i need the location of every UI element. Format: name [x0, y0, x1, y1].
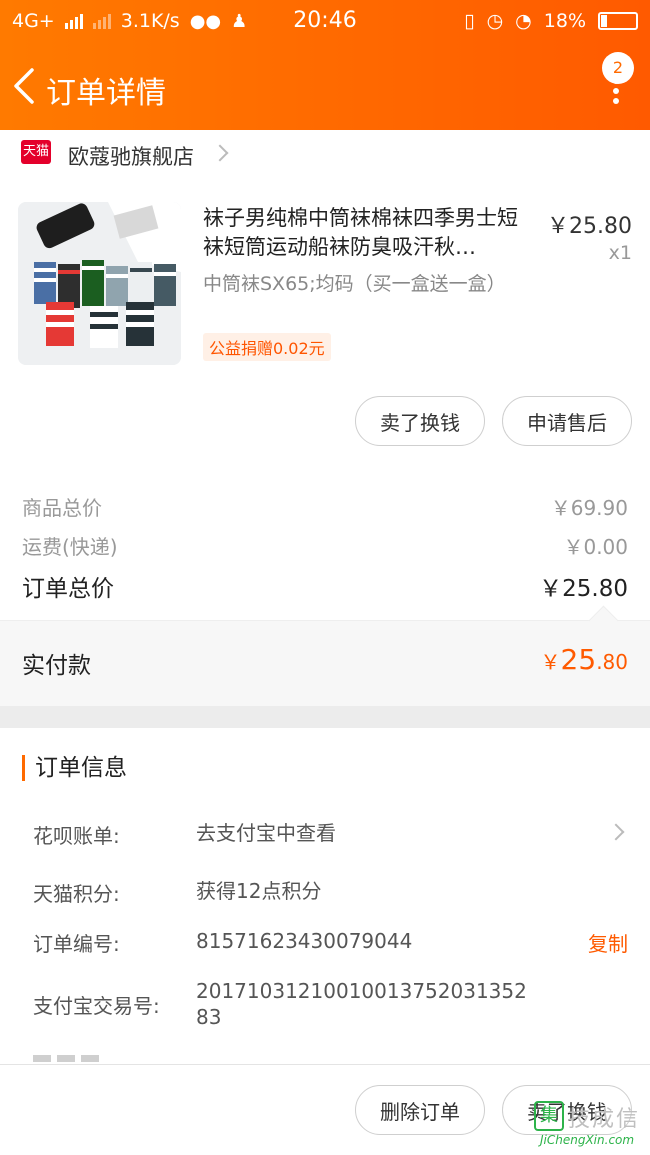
product-price: ￥25.80	[547, 214, 632, 239]
paid-value: ￥25.80	[541, 643, 628, 676]
bottom-action-bar: 删除订单 卖了换钱 集 技成信 JiChengXin.com	[0, 1064, 650, 1155]
huabei-row[interactable]: 花呗账单: 去支付宝中查看	[33, 820, 628, 850]
socks-image	[18, 202, 181, 365]
section-divider	[0, 706, 650, 728]
sell-for-cash-button[interactable]: 卖了换钱	[355, 396, 485, 446]
app-header: 4G+ 3.1K/s ●● ♟ 20:46 ▯ ◷ ◔ 18% 订单详情 2	[0, 0, 650, 130]
chevron-right-icon	[607, 823, 625, 841]
battery-icon	[598, 12, 638, 30]
status-bar: 4G+ 3.1K/s ●● ♟ 20:46 ▯ ◷ ◔ 18%	[0, 0, 650, 44]
order-number-value: 81571623430079044	[196, 929, 413, 953]
order-total-label: 订单总价	[22, 576, 114, 602]
alarm-icon: ◷	[486, 10, 504, 32]
product-item[interactable]: 袜子男纯棉中筒袜棉袜四季男士短袜短筒运动船袜防臭吸汗秋… 中筒袜SX65;均码（…	[0, 190, 650, 370]
product-quantity: x1	[608, 242, 632, 264]
copy-order-number-button[interactable]: 复制	[588, 928, 628, 957]
more-menu-icon[interactable]	[610, 78, 622, 108]
paid-decimal: .80	[596, 650, 628, 674]
shipping-row: 运费(快递) ￥0.00	[22, 531, 628, 560]
goods-total-row: 商品总价 ￥69.90	[22, 492, 628, 521]
tmall-icon: 天猫	[21, 140, 51, 164]
battery-percent: 18%	[543, 10, 586, 32]
huabei-value[interactable]: 去支付宝中查看	[196, 820, 536, 846]
product-sku: 中筒袜SX65;均码（买一盒送一盒）	[203, 273, 506, 295]
watermark-url: JiChengXin.com	[540, 1133, 635, 1147]
paid-amount-panel: 实付款 ￥25.80	[0, 620, 650, 706]
shipping-value: ￥0.00	[563, 535, 628, 559]
wifi-icon: ◔	[515, 10, 532, 32]
watermark-text: 技成信	[568, 1107, 641, 1132]
chevron-right-icon	[211, 144, 229, 162]
order-number-label: 订单编号:	[33, 932, 120, 956]
page-title: 订单详情	[46, 76, 166, 111]
goods-total-value: ￥69.90	[550, 496, 628, 520]
paid-label: 实付款	[22, 653, 91, 679]
paid-integer: 25	[560, 643, 597, 676]
goods-total-label: 商品总价	[22, 496, 102, 520]
watermark-icon: 集	[534, 1101, 564, 1131]
shop-row[interactable]: 天猫 欧蔻驰旗舰店	[0, 130, 650, 176]
tmall-points-value: 获得12点积分	[196, 879, 322, 903]
shop-name[interactable]: 欧蔻驰旗舰店	[68, 141, 194, 171]
vibrate-icon: ▯	[464, 10, 475, 32]
delete-order-button[interactable]: 删除订单	[355, 1085, 485, 1135]
product-thumbnail[interactable]	[18, 202, 181, 365]
status-right: ▯ ◷ ◔ 18%	[464, 10, 638, 32]
order-total-row: 订单总价 ￥25.80	[22, 569, 628, 603]
back-arrow-icon[interactable]	[10, 66, 40, 106]
cut-off-row	[33, 1052, 113, 1062]
paid-currency: ￥	[540, 650, 561, 674]
alipay-trade-label: 支付宝交易号:	[33, 994, 160, 1018]
tmall-points-label: 天猫积分:	[33, 882, 120, 906]
title-bar: 订单详情 2	[0, 48, 650, 130]
watermark-logo: 集 技成信 JiChengXin.com	[532, 1099, 644, 1151]
charity-tag: 公益捐赠0.02元	[203, 333, 331, 361]
order-info-heading: 订单信息	[22, 755, 127, 781]
product-title[interactable]: 袜子男纯棉中筒袜棉袜四季男士短袜短筒运动船袜防臭吸汗秋…	[203, 204, 533, 262]
alipay-trade-value: 2017103121001001375203135283	[196, 979, 527, 1029]
apply-after-sales-button[interactable]: 申请售后	[502, 396, 632, 446]
shipping-label: 运费(快递)	[22, 535, 118, 559]
order-total-value: ￥25.80	[539, 576, 628, 602]
huabei-label: 花呗账单:	[33, 824, 120, 848]
